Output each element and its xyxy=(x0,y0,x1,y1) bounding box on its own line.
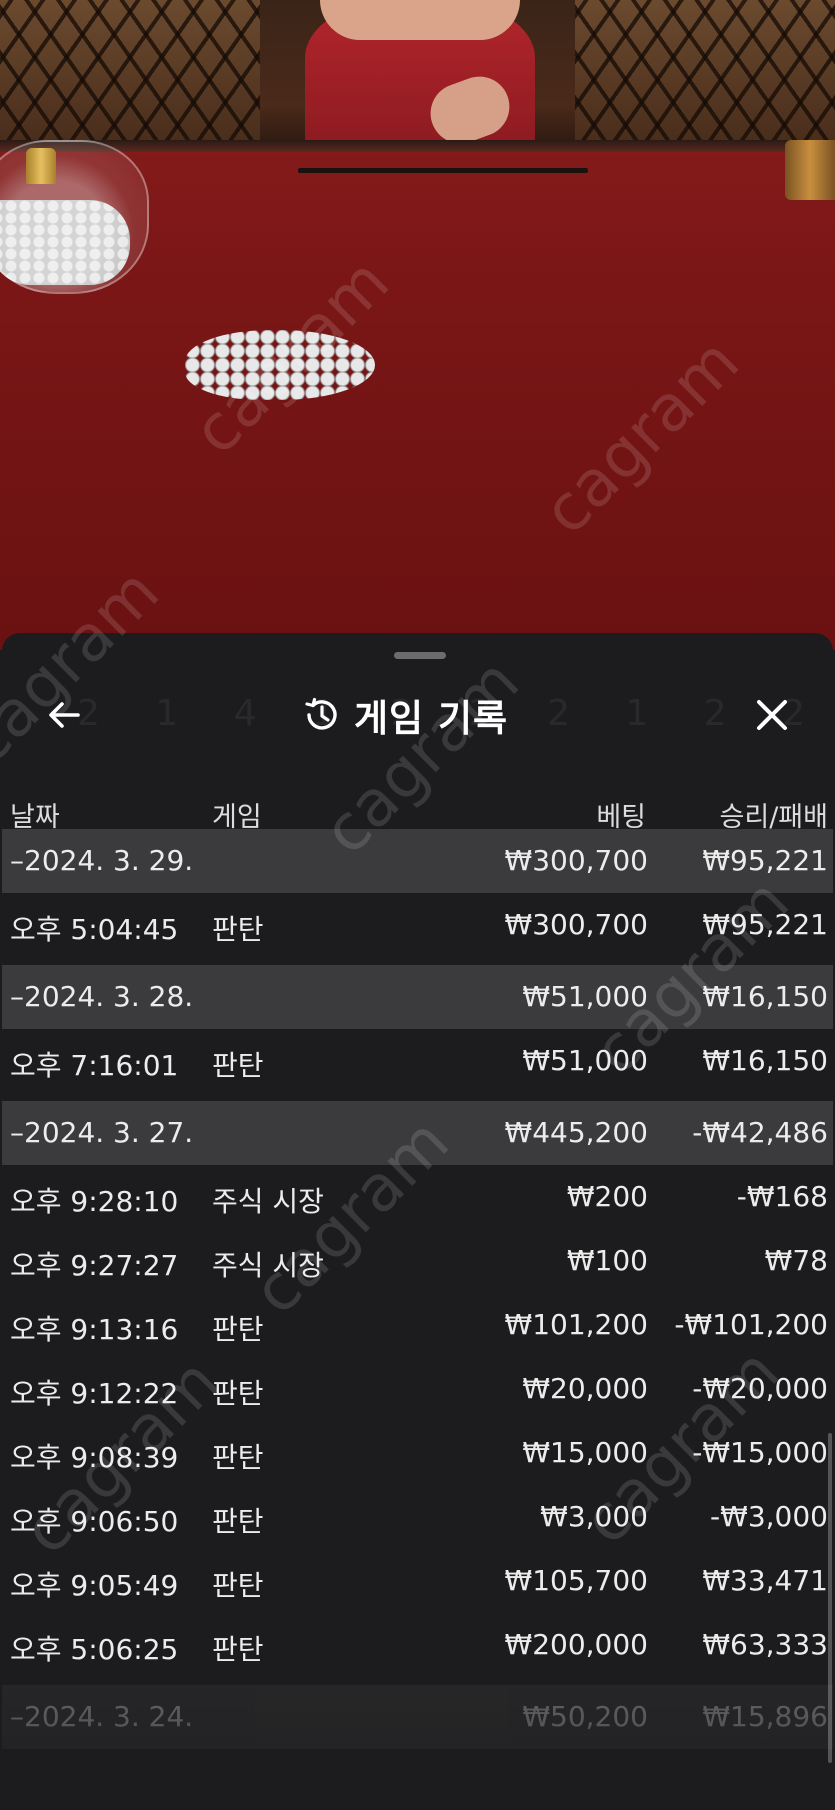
bet-amount: ₩200 xyxy=(566,1180,648,1213)
bead-pile xyxy=(185,330,375,400)
live-video-background xyxy=(0,0,835,650)
date-group-row[interactable]: –2024. 3. 28. ₩51,000 ₩16,150 xyxy=(2,965,833,1029)
bet-amount: ₩200,000 xyxy=(504,1628,648,1661)
table-rail xyxy=(0,140,835,152)
lattice-screen-left xyxy=(0,0,260,140)
group-bet-total: ₩445,200 xyxy=(504,1116,648,1149)
win-loss-amount: -₩20,000 xyxy=(692,1372,828,1405)
bet-amount: ₩300,700 xyxy=(504,908,648,941)
history-row[interactable]: 오후 9:13:16 판탄 ₩101,200 -₩101,200 xyxy=(2,1293,833,1357)
group-date: –2024. 3. 24. xyxy=(10,1700,194,1733)
lattice-screen-right xyxy=(575,0,835,140)
win-loss-amount: ₩16,150 xyxy=(702,1044,828,1077)
group-date: –2024. 3. 29. xyxy=(10,844,194,877)
group-date: –2024. 3. 28. xyxy=(10,980,194,1013)
round-time: 오후 5:04:45 xyxy=(10,913,179,946)
group-result-total: -₩42,486 xyxy=(692,1116,828,1149)
bet-amount: ₩15,000 xyxy=(522,1436,648,1469)
group-date: –2024. 3. 27. xyxy=(10,1116,194,1149)
bet-amount: ₩101,200 xyxy=(504,1308,648,1341)
history-list: –2024. 3. 29. ₩300,700 ₩95,221 오후 5:04:4… xyxy=(2,829,833,1749)
round-time: 오후 9:06:50 xyxy=(10,1505,179,1538)
dealer-stick xyxy=(298,168,588,173)
arrow-left-icon xyxy=(49,702,80,728)
win-loss-amount: -₩168 xyxy=(736,1180,828,1213)
bet-amount: ₩51,000 xyxy=(522,1044,648,1077)
game-name: 판탄 xyxy=(212,913,264,946)
date-group-row[interactable]: –2024. 3. 27. ₩445,200 -₩42,486 xyxy=(2,1101,833,1165)
group-bet-total: ₩300,700 xyxy=(504,844,648,877)
group-result-total: ₩15,896 xyxy=(702,1700,828,1733)
game-name: 판탄 xyxy=(212,1441,264,1474)
win-loss-amount: ₩95,221 xyxy=(702,908,828,941)
game-name: 판탄 xyxy=(212,1049,264,1082)
group-result-total: ₩16,150 xyxy=(702,980,828,1013)
scrollbar[interactable] xyxy=(828,1433,832,1763)
history-row[interactable]: 오후 7:16:01 판탄 ₩51,000 ₩16,150 xyxy=(2,1029,833,1093)
game-name: 판탄 xyxy=(212,1569,264,1602)
game-name: 판탄 xyxy=(212,1313,264,1346)
game-name: 주식 시장 xyxy=(212,1185,324,1218)
round-time: 오후 7:16:01 xyxy=(10,1049,179,1082)
round-time: 오후 9:28:10 xyxy=(10,1185,179,1218)
history-row[interactable]: 오후 9:06:50 판탄 ₩3,000 -₩3,000 xyxy=(2,1485,833,1549)
win-loss-amount: ₩63,333 xyxy=(702,1628,828,1661)
game-name: 주식 시장 xyxy=(212,1249,324,1282)
round-time: 오후 9:08:39 xyxy=(10,1441,179,1474)
page-title: 게임 기록 xyxy=(354,697,509,740)
glass-jar xyxy=(0,140,149,294)
game-history-sheet: 2 1 4 1 2 2 2 1 2 2 1 2 2 게임 기록 날짜 게임 베팅… xyxy=(2,633,833,1810)
history-row[interactable]: 오후 5:06:25 판탄 ₩200,000 ₩63,333 xyxy=(2,1613,833,1677)
round-time: 오후 5:06:25 xyxy=(10,1633,179,1666)
date-group-row[interactable]: –2024. 3. 24. ₩50,200 ₩15,896 xyxy=(2,1685,833,1749)
history-row[interactable]: 오후 9:27:27 주식 시장 ₩100 ₩78 xyxy=(2,1229,833,1293)
round-time: 오후 9:05:49 xyxy=(10,1569,179,1602)
jar-knob xyxy=(26,148,56,184)
game-name: 판탄 xyxy=(212,1377,264,1410)
history-row[interactable]: 오후 9:08:39 판탄 ₩15,000 -₩15,000 xyxy=(2,1421,833,1485)
game-name: 판탄 xyxy=(212,1633,264,1666)
brass-cup xyxy=(785,140,835,200)
bet-amount: ₩3,000 xyxy=(540,1500,648,1533)
bet-amount: ₩100 xyxy=(566,1244,648,1277)
group-bet-total: ₩51,000 xyxy=(522,980,648,1013)
history-row[interactable]: 오후 9:05:49 판탄 ₩105,700 ₩33,471 xyxy=(2,1549,833,1613)
group-result-total: ₩95,221 xyxy=(702,844,828,877)
history-row[interactable]: 오후 5:04:45 판탄 ₩300,700 ₩95,221 xyxy=(2,893,833,957)
bet-amount: ₩105,700 xyxy=(504,1564,648,1597)
close-icon xyxy=(757,700,787,730)
back-button[interactable] xyxy=(36,687,92,743)
win-loss-amount: -₩3,000 xyxy=(710,1500,828,1533)
game-name: 판탄 xyxy=(212,1505,264,1538)
win-loss-amount: -₩15,000 xyxy=(692,1436,828,1469)
history-row[interactable]: 오후 9:12:22 판탄 ₩20,000 -₩20,000 xyxy=(2,1357,833,1421)
win-loss-amount: -₩101,200 xyxy=(674,1308,828,1341)
sheet-header: 2 1 4 1 2 2 2 1 2 2 1 2 2 게임 기록 xyxy=(2,673,833,753)
round-time: 오후 9:27:27 xyxy=(10,1249,179,1282)
history-row[interactable]: 오후 9:28:10 주식 시장 ₩200 -₩168 xyxy=(2,1165,833,1229)
close-button[interactable] xyxy=(744,687,800,743)
round-time: 오후 9:13:16 xyxy=(10,1313,179,1346)
win-loss-amount: ₩33,471 xyxy=(702,1564,828,1597)
win-loss-amount: ₩78 xyxy=(764,1244,828,1277)
history-clock-icon xyxy=(305,697,337,730)
group-bet-total: ₩50,200 xyxy=(522,1700,648,1733)
bet-amount: ₩20,000 xyxy=(522,1372,648,1405)
date-group-row[interactable]: –2024. 3. 29. ₩300,700 ₩95,221 xyxy=(2,829,833,893)
round-time: 오후 9:12:22 xyxy=(10,1377,179,1410)
dealer-neck xyxy=(320,0,520,40)
sheet-drag-handle[interactable] xyxy=(394,652,446,659)
sheet-title-group: 게임 기록 xyxy=(302,687,508,743)
